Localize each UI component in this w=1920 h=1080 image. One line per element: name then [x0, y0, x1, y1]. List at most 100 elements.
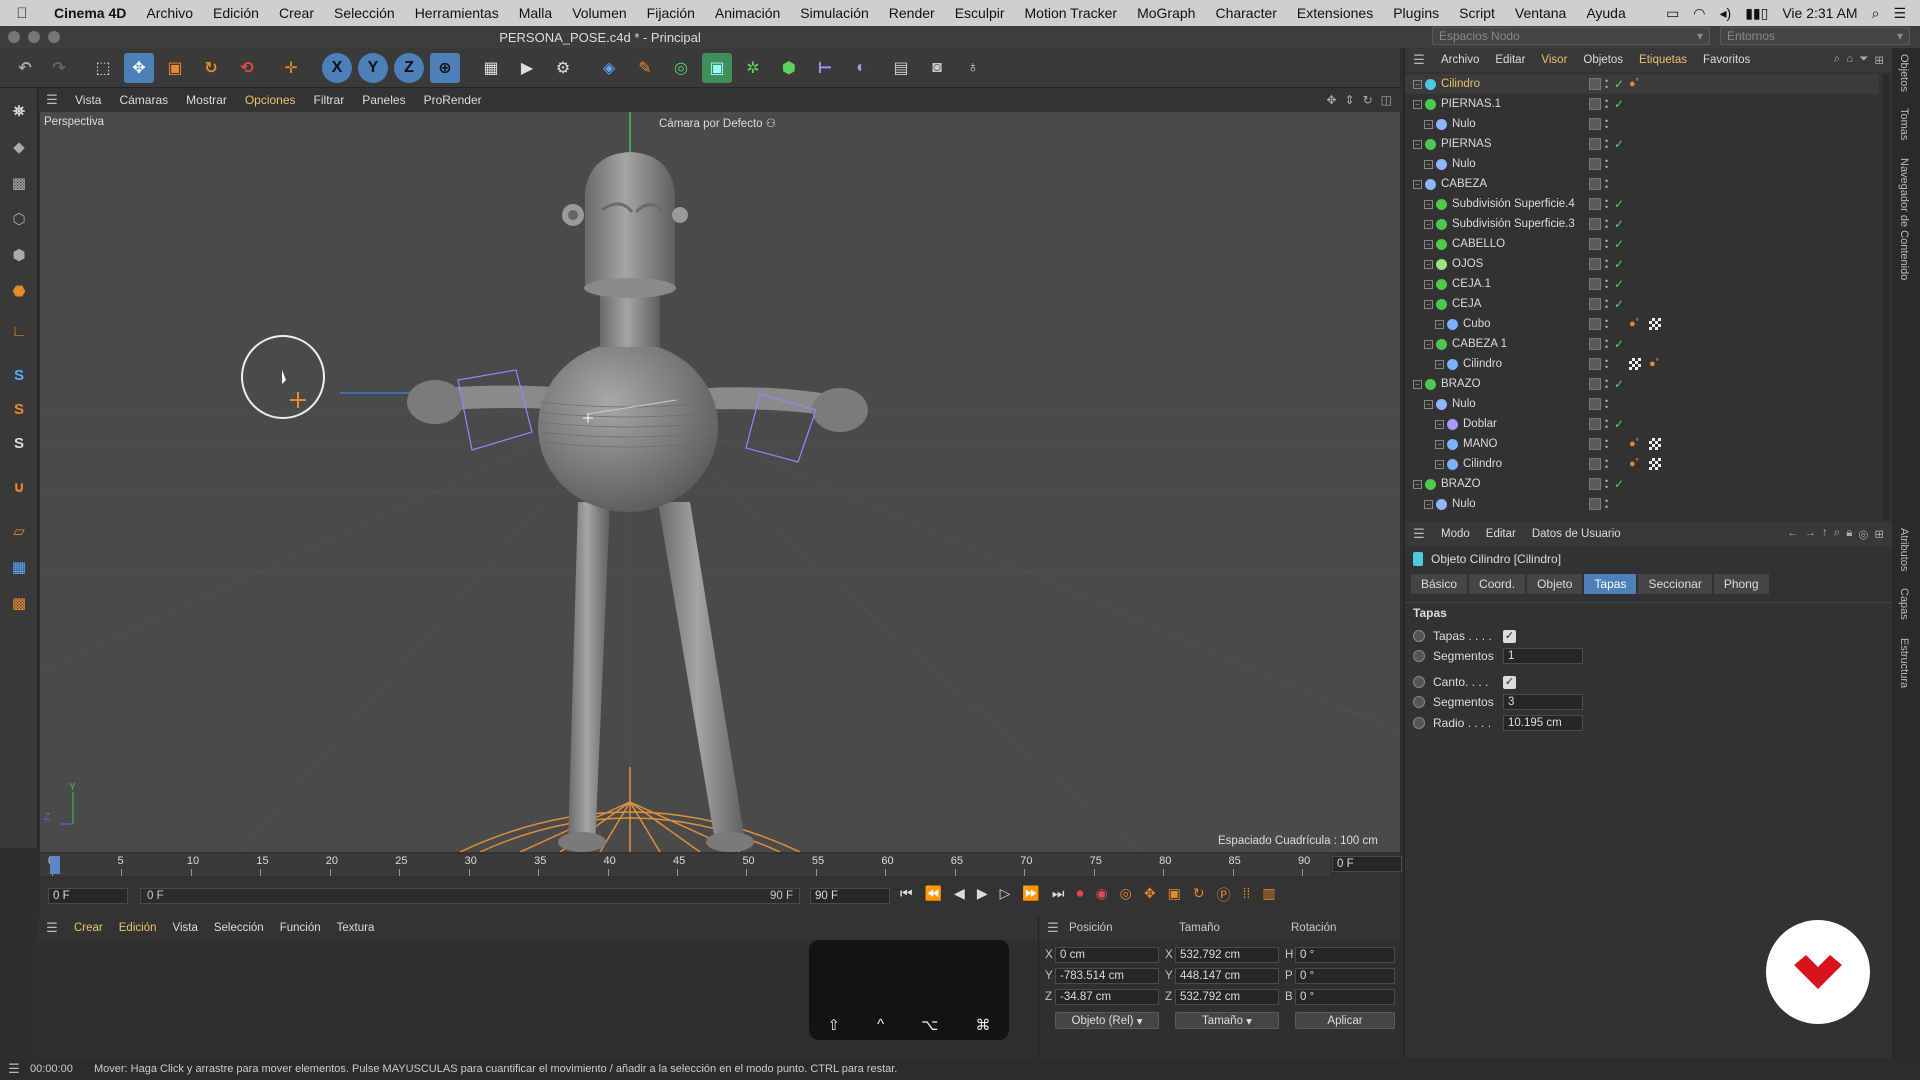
- apply-button[interactable]: Aplicar: [1295, 1012, 1395, 1029]
- wifi-icon[interactable]: ◠: [1693, 5, 1705, 22]
- objects-scrollbar[interactable]: [1883, 74, 1889, 520]
- phong-tag-icon[interactable]: ●˚: [1629, 318, 1641, 330]
- attributes-menu-icon[interactable]: ☰: [1405, 526, 1433, 542]
- layer-icon[interactable]: [1589, 478, 1601, 490]
- visibility-dots-icon[interactable]: • •: [1605, 357, 1611, 372]
- layer-icon[interactable]: [1589, 238, 1601, 250]
- object-name[interactable]: Cilindro: [1463, 358, 1502, 370]
- workplane-icon[interactable]: ▱: [4, 516, 34, 546]
- prev-frame-icon[interactable]: ◀: [954, 885, 965, 905]
- menu-malla[interactable]: Malla: [509, 5, 562, 21]
- expand-icon[interactable]: −: [1424, 399, 1433, 409]
- recent-tools-icon[interactable]: ⟲: [232, 53, 262, 83]
- object-name[interactable]: Subdivisión Superficie.4: [1452, 198, 1575, 210]
- visibility-dots-icon[interactable]: • •: [1605, 177, 1611, 192]
- layer-icon[interactable]: [1589, 78, 1601, 90]
- rotate-tool-icon[interactable]: ↻: [196, 53, 226, 83]
- material-tag-icon[interactable]: [1629, 358, 1641, 370]
- visibility-dots-icon[interactable]: • •: [1605, 317, 1611, 332]
- viewport-menu-mostrar[interactable]: Mostrar: [177, 93, 236, 107]
- animate-radio-icon[interactable]: [1413, 630, 1425, 642]
- expand-icon[interactable]: −: [1413, 379, 1422, 389]
- visibility-dots-icon[interactable]: • •: [1605, 337, 1611, 352]
- visibility-dots-icon[interactable]: • •: [1605, 417, 1611, 432]
- enabled-check-icon[interactable]: ✓: [1614, 297, 1624, 311]
- enabled-check-icon[interactable]: ✓: [1614, 477, 1624, 491]
- object-name[interactable]: CEJA.1: [1452, 278, 1491, 290]
- pen-spline-icon[interactable]: ✎: [630, 53, 660, 83]
- menu-extensiones[interactable]: Extensiones: [1287, 5, 1383, 21]
- enabled-check-icon[interactable]: ✓: [1614, 237, 1624, 251]
- snap-3d-icon[interactable]: S: [4, 428, 34, 458]
- end-frame-field[interactable]: 90 F: [810, 888, 890, 904]
- phong-tag-icon[interactable]: ●˚: [1629, 78, 1641, 90]
- expand-icon[interactable]: −: [1424, 499, 1433, 509]
- size-mode-select[interactable]: Tamaño ▾: [1175, 1012, 1279, 1029]
- visibility-dots-icon[interactable]: • •: [1605, 457, 1611, 472]
- go-to-end-icon[interactable]: ⏭: [1052, 885, 1065, 905]
- object-name[interactable]: BRAZO: [1441, 478, 1481, 490]
- lock-icon[interactable]: 🔒︎: [1846, 527, 1852, 541]
- scale-tool-icon[interactable]: ▣: [160, 53, 190, 83]
- attr-tab-seccionar[interactable]: Seccionar: [1638, 574, 1712, 594]
- object-row[interactable]: − Cilindro • • ✓ ●˚: [1405, 74, 1879, 94]
- key-scale-icon[interactable]: ▣: [1168, 885, 1181, 905]
- search-icon[interactable]: ⌕: [1834, 53, 1840, 67]
- menu-animación[interactable]: Animación: [705, 5, 790, 21]
- expand-icon[interactable]: −: [1424, 259, 1433, 269]
- floor-icon[interactable]: ▤: [886, 53, 916, 83]
- object-name[interactable]: CEJA: [1452, 298, 1481, 310]
- magnet-icon[interactable]: ∪: [4, 472, 34, 502]
- points-mode-icon[interactable]: ⬡: [4, 204, 34, 234]
- enabled-check-icon[interactable]: ✓: [1614, 137, 1624, 151]
- attr-checkbox[interactable]: ✓: [1503, 675, 1516, 689]
- expand-icon[interactable]: −: [1435, 459, 1444, 469]
- screen-icon[interactable]: ▭: [1666, 5, 1679, 22]
- toggle-views-icon[interactable]: ◫: [1381, 93, 1392, 107]
- object-row[interactable]: − Nulo • •: [1405, 394, 1879, 414]
- object-row[interactable]: − CABELLO • • ✓: [1405, 234, 1879, 254]
- snap-icon[interactable]: S: [4, 360, 34, 390]
- side-tab-atributos[interactable]: Atributos: [1898, 528, 1910, 571]
- position-field[interactable]: 0 cm: [1055, 947, 1159, 963]
- object-row[interactable]: − Nulo • •: [1405, 154, 1879, 174]
- object-row[interactable]: − CABEZA 1 • • ✓: [1405, 334, 1879, 354]
- menu-volumen[interactable]: Volumen: [562, 5, 636, 21]
- menu-herramientas[interactable]: Herramientas: [405, 5, 509, 21]
- control-center-icon[interactable]: ☰: [1893, 5, 1906, 22]
- visibility-dots-icon[interactable]: • •: [1605, 397, 1611, 412]
- object-name[interactable]: Nulo: [1452, 118, 1476, 130]
- make-editable-icon[interactable]: ⛯: [4, 96, 34, 126]
- objects-menu-editar[interactable]: Editar: [1487, 54, 1533, 66]
- object-name[interactable]: BRAZO: [1441, 378, 1481, 390]
- layer-icon[interactable]: [1589, 198, 1601, 210]
- material-tag-icon[interactable]: [1649, 318, 1661, 330]
- layer-icon[interactable]: [1589, 358, 1601, 370]
- menu-character[interactable]: Character: [1205, 5, 1286, 21]
- move-tool-icon[interactable]: ✥: [124, 53, 154, 83]
- prev-key-icon[interactable]: ⏪: [925, 885, 942, 905]
- object-row[interactable]: − Cubo • • ●˚: [1405, 314, 1879, 334]
- layer-icon[interactable]: [1589, 498, 1601, 510]
- object-name[interactable]: PIERNAS.1: [1441, 98, 1501, 110]
- expand-icon[interactable]: −: [1424, 159, 1433, 169]
- materials-menu-vista[interactable]: Vista: [164, 922, 205, 934]
- expand-icon[interactable]: −: [1424, 299, 1433, 309]
- rotate-view-icon[interactable]: ↻: [1363, 93, 1373, 107]
- phong-tag-icon[interactable]: ●˚: [1629, 458, 1641, 470]
- visibility-dots-icon[interactable]: • •: [1605, 277, 1611, 292]
- side-tab-tomas[interactable]: Tomas: [1898, 108, 1910, 140]
- play-icon[interactable]: ▶: [977, 885, 988, 905]
- attr-number-field[interactable]: 1: [1503, 648, 1583, 664]
- layer-icon[interactable]: [1589, 278, 1601, 290]
- object-name[interactable]: PIERNAS: [1441, 138, 1492, 150]
- object-row[interactable]: − CABEZA • •: [1405, 174, 1879, 194]
- layer-icon[interactable]: [1589, 458, 1601, 470]
- object-name[interactable]: Nulo: [1452, 498, 1476, 510]
- visibility-dots-icon[interactable]: • •: [1605, 117, 1611, 132]
- zoom-view-icon[interactable]: ⇕: [1345, 93, 1355, 107]
- status-menu-icon[interactable]: ☰: [0, 1061, 28, 1077]
- layer-icon[interactable]: [1589, 158, 1601, 170]
- record-icon[interactable]: ⏺: [1076, 885, 1083, 905]
- expand-icon[interactable]: −: [1435, 439, 1444, 449]
